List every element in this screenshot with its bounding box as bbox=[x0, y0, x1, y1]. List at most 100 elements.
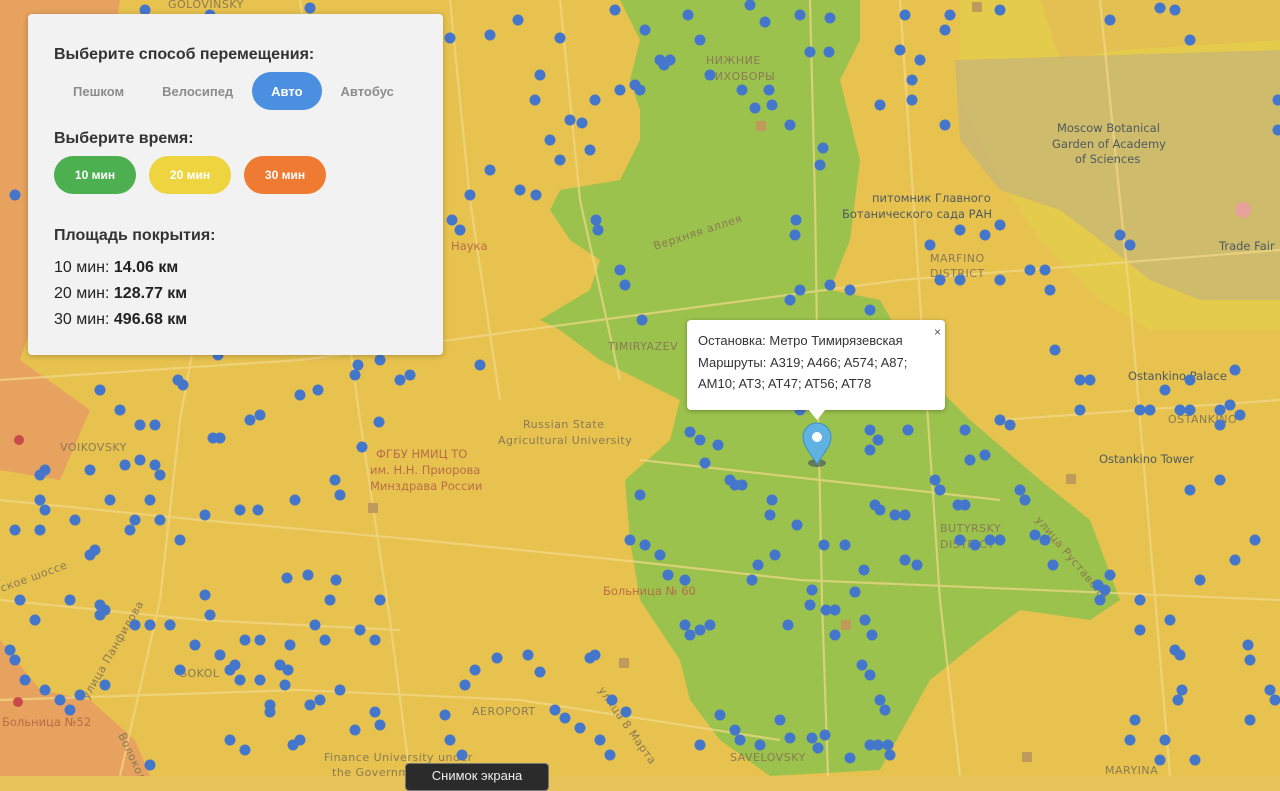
bus-stop-dot[interactable] bbox=[790, 230, 801, 241]
bus-stop-dot[interactable] bbox=[150, 460, 161, 471]
bus-stop-dot[interactable] bbox=[145, 495, 156, 506]
bus-stop-dot[interactable] bbox=[460, 680, 471, 691]
bus-stop-dot[interactable] bbox=[35, 525, 46, 536]
bus-stop-dot[interactable] bbox=[375, 720, 386, 731]
bus-stop-dot[interactable] bbox=[730, 725, 741, 736]
bus-stop-dot[interactable] bbox=[873, 740, 884, 751]
bus-stop-dot[interactable] bbox=[945, 10, 956, 21]
bus-stop-dot[interactable] bbox=[995, 535, 1006, 546]
bus-stop-dot[interactable] bbox=[895, 45, 906, 56]
bus-stop-dot[interactable] bbox=[470, 665, 481, 676]
bus-stop-dot[interactable] bbox=[145, 620, 156, 631]
bus-stop-dot[interactable] bbox=[235, 675, 246, 686]
bus-stop-dot[interactable] bbox=[760, 17, 771, 28]
bus-stop-dot[interactable] bbox=[1020, 495, 1031, 506]
bus-stop-dot[interactable] bbox=[1093, 580, 1104, 591]
bus-stop-dot[interactable] bbox=[455, 225, 466, 236]
bus-stop-dot[interactable] bbox=[1230, 365, 1241, 376]
bus-stop-dot[interactable] bbox=[375, 355, 386, 366]
bus-stop-dot[interactable] bbox=[1175, 650, 1186, 661]
bus-stop-dot[interactable] bbox=[255, 635, 266, 646]
bus-stop-dot[interactable] bbox=[695, 625, 706, 636]
bus-stop-dot[interactable] bbox=[1185, 485, 1196, 496]
bus-stop-dot[interactable] bbox=[55, 695, 66, 706]
bus-stop-dot[interactable] bbox=[465, 190, 476, 201]
bus-stop-dot[interactable] bbox=[737, 85, 748, 96]
bus-stop-dot[interactable] bbox=[331, 575, 342, 586]
bus-stop-dot[interactable] bbox=[591, 215, 602, 226]
bus-stop-dot[interactable] bbox=[830, 605, 841, 616]
bus-stop-dot[interactable] bbox=[1270, 695, 1280, 706]
bus-stop-dot[interactable] bbox=[515, 185, 526, 196]
bus-stop-dot[interactable] bbox=[178, 380, 189, 391]
bus-stop-dot[interactable] bbox=[155, 470, 166, 481]
bus-stop-dot[interactable] bbox=[1125, 735, 1136, 746]
bus-stop-dot[interactable] bbox=[815, 160, 826, 171]
bus-stop-dot[interactable] bbox=[1025, 265, 1036, 276]
bus-stop-dot[interactable] bbox=[445, 33, 456, 44]
bus-stop-dot[interactable] bbox=[10, 525, 21, 536]
bus-stop-dot[interactable] bbox=[755, 740, 766, 751]
bus-stop-dot[interactable] bbox=[883, 740, 894, 751]
bus-stop-dot[interactable] bbox=[1130, 715, 1141, 726]
bus-stop-dot[interactable] bbox=[1115, 230, 1126, 241]
bus-stop-dot[interactable] bbox=[747, 575, 758, 586]
bus-stop-dot[interactable] bbox=[965, 455, 976, 466]
bus-stop-dot[interactable] bbox=[970, 540, 981, 551]
bus-stop-dot[interactable] bbox=[875, 505, 886, 516]
bus-stop-dot[interactable] bbox=[70, 515, 81, 526]
bus-stop-dot[interactable] bbox=[685, 630, 696, 641]
mode-button-car[interactable]: Авто bbox=[252, 72, 321, 110]
bus-stop-dot[interactable] bbox=[1225, 400, 1236, 411]
bus-stop-dot[interactable] bbox=[1135, 625, 1146, 636]
time-button-30[interactable]: 30 мин bbox=[244, 156, 326, 194]
bus-stop-dot[interactable] bbox=[824, 47, 835, 58]
bus-stop-dot[interactable] bbox=[288, 740, 299, 751]
bus-stop-dot[interactable] bbox=[1030, 530, 1041, 541]
bus-stop-dot[interactable] bbox=[1245, 655, 1256, 666]
bus-stop-dot[interactable] bbox=[5, 645, 16, 656]
bus-stop-dot[interactable] bbox=[615, 265, 626, 276]
bus-stop-dot[interactable] bbox=[764, 85, 775, 96]
bus-stop-dot[interactable] bbox=[325, 595, 336, 606]
bus-stop-dot[interactable] bbox=[1085, 375, 1096, 386]
mode-button-walk[interactable]: Пешком bbox=[54, 72, 143, 110]
bus-stop-dot[interactable] bbox=[315, 695, 326, 706]
bus-stop-dot[interactable] bbox=[120, 460, 131, 471]
bus-stop-dot[interactable] bbox=[175, 665, 186, 676]
bus-stop-dot[interactable] bbox=[225, 665, 236, 676]
bus-stop-dot[interactable] bbox=[240, 635, 251, 646]
bus-stop-dot[interactable] bbox=[1243, 640, 1254, 651]
bus-stop-dot[interactable] bbox=[865, 425, 876, 436]
bus-stop-dot[interactable] bbox=[1135, 405, 1146, 416]
bus-stop-dot[interactable] bbox=[900, 510, 911, 521]
bus-stop-dot[interactable] bbox=[320, 635, 331, 646]
bus-stop-dot[interactable] bbox=[75, 690, 86, 701]
bus-stop-dot[interactable] bbox=[640, 25, 651, 36]
bus-stop-dot[interactable] bbox=[105, 495, 116, 506]
bus-stop-dot[interactable] bbox=[995, 220, 1006, 231]
bus-stop-dot[interactable] bbox=[285, 640, 296, 651]
bus-stop-dot[interactable] bbox=[350, 725, 361, 736]
bus-stop-dot[interactable] bbox=[625, 535, 636, 546]
bus-stop-dot[interactable] bbox=[785, 733, 796, 744]
bus-stop-dot[interactable] bbox=[395, 375, 406, 386]
bus-stop-dot[interactable] bbox=[1075, 405, 1086, 416]
bus-stop-dot[interactable] bbox=[795, 285, 806, 296]
bus-stop-dot[interactable] bbox=[875, 100, 886, 111]
bus-stop-dot[interactable] bbox=[935, 275, 946, 286]
bus-stop-dot[interactable] bbox=[680, 575, 691, 586]
bus-stop-dot[interactable] bbox=[15, 595, 26, 606]
bus-stop-dot[interactable] bbox=[960, 425, 971, 436]
bus-stop-dot[interactable] bbox=[745, 0, 756, 11]
bus-stop-dot[interactable] bbox=[985, 535, 996, 546]
bus-stop-dot[interactable] bbox=[737, 480, 748, 491]
bus-stop-dot[interactable] bbox=[1160, 735, 1171, 746]
bus-stop-dot[interactable] bbox=[1250, 535, 1261, 546]
bus-stop-dot[interactable] bbox=[1005, 420, 1016, 431]
bus-stop-dot[interactable] bbox=[205, 610, 216, 621]
bus-stop-dot[interactable] bbox=[290, 495, 301, 506]
bus-stop-dot[interactable] bbox=[40, 685, 51, 696]
bus-stop-dot[interactable] bbox=[1050, 345, 1061, 356]
screenshot-button[interactable]: Снимок экрана bbox=[405, 763, 549, 791]
